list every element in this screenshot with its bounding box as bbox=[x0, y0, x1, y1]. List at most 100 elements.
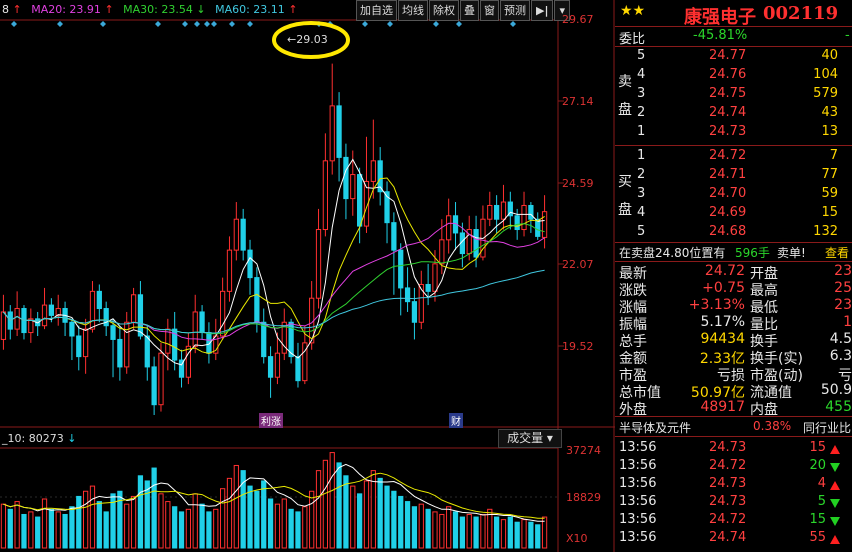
volume-bar bbox=[514, 521, 520, 549]
order-level: 1 bbox=[637, 148, 646, 163]
sell-order-row[interactable]: 4 24.76 104 bbox=[615, 67, 852, 84]
sector-name: 半导体及元件 bbox=[619, 421, 692, 435]
candle-body bbox=[247, 249, 253, 279]
volume-bar bbox=[295, 511, 301, 549]
volume-bar bbox=[261, 480, 267, 549]
volume-bar bbox=[432, 511, 438, 549]
ma-button[interactable]: 均线 bbox=[398, 0, 428, 21]
quote-panel: ★★ 康强电子 002119 委比 -45.81% - 卖 盘 5 24.77 … bbox=[615, 0, 852, 552]
volume-bar bbox=[165, 501, 171, 549]
volume-bar bbox=[473, 516, 479, 549]
view-link[interactable]: 查看 bbox=[825, 244, 849, 261]
order-price: 24.70 bbox=[709, 186, 747, 201]
ma30-value: MA30: 23.54 bbox=[123, 3, 193, 16]
tick-price: 24.73 bbox=[709, 440, 747, 455]
sell-order-row[interactable]: 3 24.75 579 bbox=[615, 86, 852, 103]
candle-body bbox=[274, 352, 281, 378]
signal-diamond-icon bbox=[194, 21, 200, 27]
volume-bar bbox=[199, 503, 205, 549]
order-price: 24.77 bbox=[709, 48, 747, 63]
quote-value: +0.75 bbox=[702, 280, 745, 296]
buy-order-row[interactable]: 1 24.72 7 bbox=[615, 148, 852, 165]
volume-bar bbox=[384, 485, 390, 549]
order-price: 24.68 bbox=[709, 224, 747, 239]
volume-bar bbox=[507, 516, 513, 549]
candle-body bbox=[254, 277, 260, 323]
candle-body bbox=[514, 215, 520, 231]
candle-body bbox=[144, 335, 150, 368]
arrow-down-icon bbox=[828, 497, 840, 512]
volume-bar bbox=[418, 503, 424, 549]
candle-body bbox=[0, 311, 7, 340]
order-level: 5 bbox=[637, 224, 646, 239]
buy-order-row[interactable]: 4 24.69 15 bbox=[615, 205, 852, 222]
exit-icon[interactable]: ▶| bbox=[531, 0, 554, 21]
volume-bar bbox=[363, 480, 370, 549]
candle-body bbox=[336, 105, 342, 158]
volume-bar bbox=[446, 506, 452, 549]
volume-bar bbox=[439, 513, 445, 549]
candle-body bbox=[69, 321, 75, 337]
candle-body bbox=[295, 356, 301, 382]
event-mark-dividend[interactable]: 利涨 bbox=[259, 413, 283, 428]
price-tick: 29.67 bbox=[562, 13, 594, 26]
candle-body bbox=[240, 218, 246, 251]
signal-diamond-icon bbox=[204, 21, 210, 27]
volume-bar bbox=[192, 493, 198, 549]
volume-bar bbox=[28, 511, 34, 549]
sector-row[interactable]: 半导体及元件 0.38% 同行业比 bbox=[615, 419, 852, 436]
buy-order-row[interactable]: 5 24.68 132 bbox=[615, 224, 852, 241]
tick-volume: 15 bbox=[809, 512, 826, 527]
candle-body bbox=[192, 311, 198, 347]
volume-bar bbox=[411, 506, 418, 549]
forecast-button[interactable]: 预测 bbox=[500, 0, 530, 21]
quote-value: 48917 bbox=[700, 399, 745, 415]
tick-price: 24.72 bbox=[709, 458, 747, 473]
star-icon[interactable]: ★★ bbox=[620, 3, 645, 19]
order-level: 5 bbox=[637, 48, 646, 63]
signal-diamond-icon bbox=[229, 21, 235, 27]
pending-order-alert[interactable]: 在卖盘24.80位置有 596手 卖单! 查看 bbox=[615, 244, 852, 261]
volume-bar bbox=[14, 501, 20, 549]
candle-body bbox=[398, 249, 404, 289]
quote-value: 94434 bbox=[700, 331, 745, 347]
pending-amount: 596手 bbox=[735, 246, 770, 260]
buy-order-row[interactable]: 2 24.71 77 bbox=[615, 167, 852, 184]
volume-bar bbox=[0, 503, 7, 549]
candle-body bbox=[130, 294, 137, 323]
volume-bar bbox=[62, 513, 68, 549]
quote-value: 4.5 bbox=[829, 331, 852, 347]
candle-body bbox=[315, 229, 322, 299]
candle-body bbox=[151, 366, 157, 406]
tick-row: 13:56 24.73 5 bbox=[615, 494, 852, 511]
sell-order-row[interactable]: 5 24.77 40 bbox=[615, 48, 852, 65]
volume-bar bbox=[329, 452, 335, 549]
volume-bar bbox=[309, 490, 315, 549]
overlay-button[interactable]: 叠 bbox=[460, 0, 479, 21]
candle-body bbox=[117, 338, 123, 368]
candle-body bbox=[425, 283, 431, 292]
volume-bar bbox=[158, 493, 164, 549]
exright-button[interactable]: 除权 bbox=[429, 0, 459, 21]
kline-chart[interactable] bbox=[0, 0, 615, 552]
sell-order-row[interactable]: 1 24.73 13 bbox=[615, 124, 852, 141]
volume-bar bbox=[267, 498, 274, 549]
add-favorite-button[interactable]: 加自选 bbox=[356, 0, 397, 21]
buy-order-row[interactable]: 3 24.70 59 bbox=[615, 186, 852, 203]
ma20-up-icon: ↑ bbox=[104, 3, 114, 16]
indicator-selector-label: 成交量 bbox=[507, 431, 544, 445]
event-mark-finance[interactable]: 财 bbox=[449, 413, 463, 428]
tick-row: 13:56 24.73 15 bbox=[615, 440, 852, 457]
stock-code: 002119 bbox=[763, 3, 839, 24]
tick-volume: 4 bbox=[817, 476, 826, 491]
indicator-selector[interactable]: 成交量 ▾ bbox=[498, 429, 562, 448]
signal-diamond-icon bbox=[182, 21, 188, 27]
ma30-down-icon: ↓ bbox=[196, 3, 206, 16]
window-button[interactable]: 窗 bbox=[480, 0, 499, 21]
order-volume: 59 bbox=[821, 186, 838, 201]
order-price: 24.72 bbox=[709, 148, 747, 163]
sell-order-row[interactable]: 2 24.74 43 bbox=[615, 105, 852, 122]
industry-compare-link[interactable]: 同行业比 bbox=[803, 419, 851, 436]
candle-body bbox=[14, 308, 20, 330]
pending-action: 卖单! bbox=[777, 246, 806, 260]
